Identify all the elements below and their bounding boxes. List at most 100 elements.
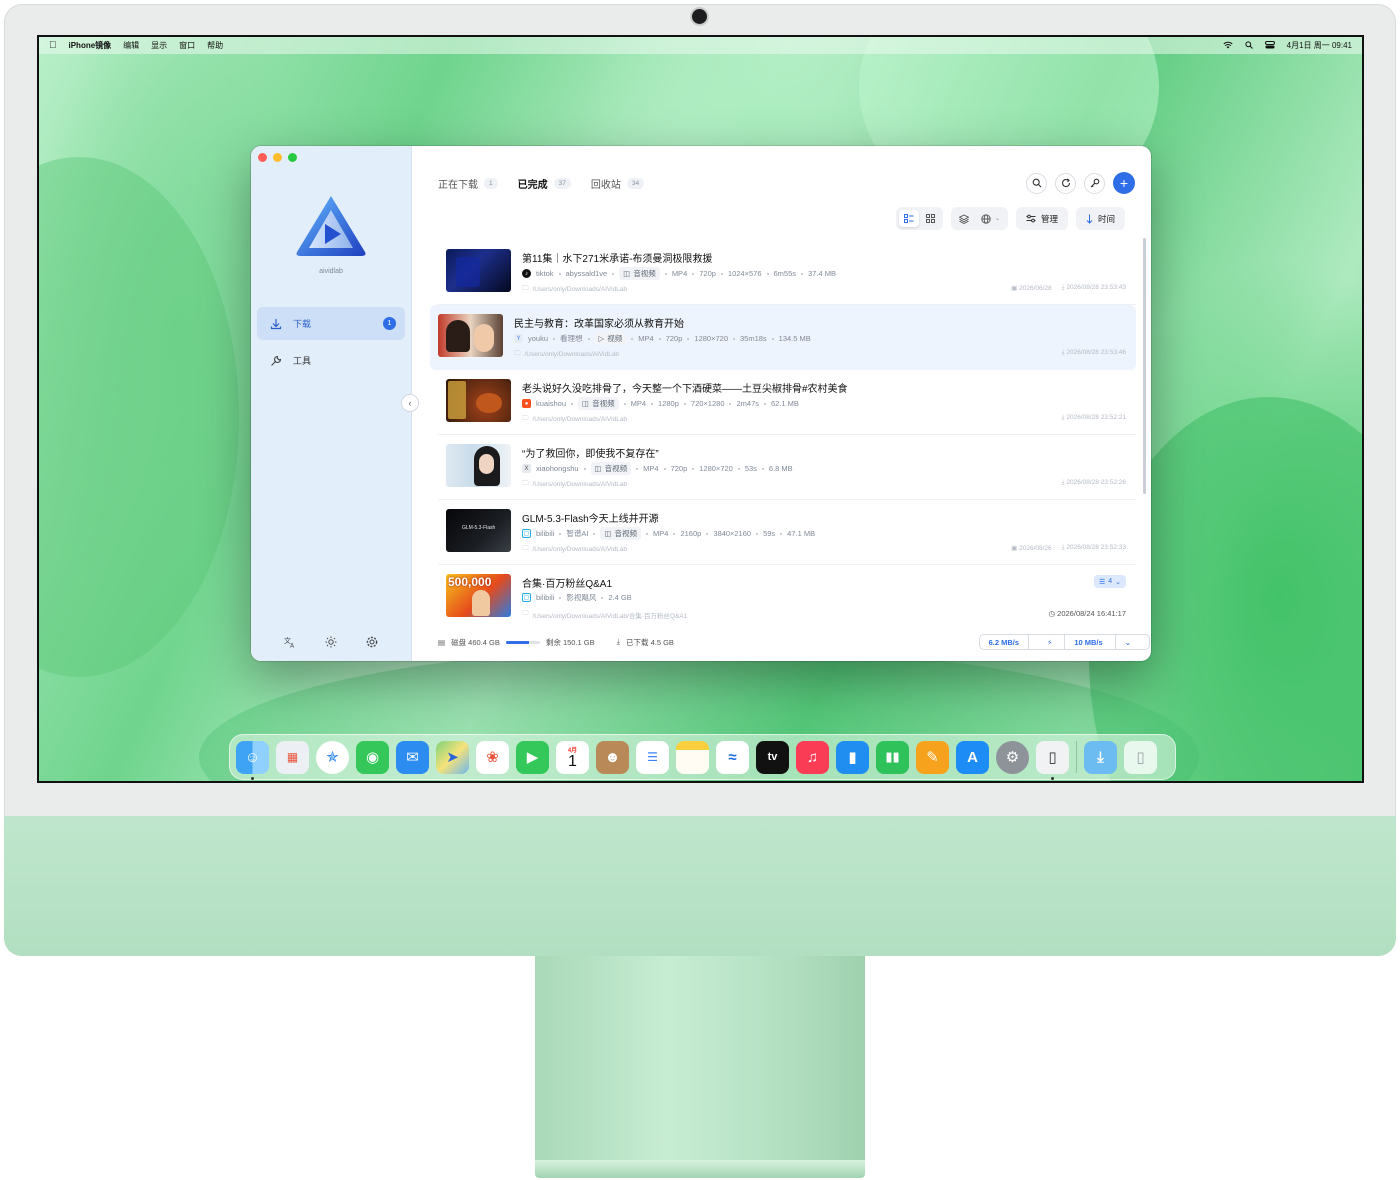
list-item[interactable]: 500,000 合集·百万粉丝Q&A1 ☰ 4 ⌄ ▢ bilibili 影视飓…: [438, 565, 1136, 630]
iphone-mirroring-icon[interactable]: ▯: [1036, 740, 1069, 780]
apple-tv-icon[interactable]: tv: [756, 740, 789, 774]
sidebar-item-download[interactable]: 下载 1: [257, 307, 405, 340]
speed-limit-value: 10 MB/s: [1064, 635, 1111, 649]
launchpad-icon[interactable]: ▦: [276, 740, 309, 774]
tab-trash[interactable]: 回收站 34: [591, 176, 645, 191]
numbers-icon[interactable]: ▮▮: [876, 740, 909, 774]
menu-clock[interactable]: 4月1日 周一 09:41: [1287, 40, 1352, 51]
menu-view[interactable]: 显示: [151, 40, 167, 51]
folder-icon: 🗀: [522, 545, 529, 552]
tab-completed[interactable]: 已完成 37: [518, 176, 571, 191]
list-item[interactable]: “为了救回你，即使我不复存在” X xiaohongshu ◫ 音视频 MP4 7…: [438, 435, 1136, 500]
list-view-button[interactable]: [898, 210, 919, 227]
folder-icon: 🗀: [522, 610, 529, 617]
manage-button[interactable]: 管理: [1015, 207, 1068, 230]
list-item[interactable]: GLM-5.3-Flash GLM-5.3-Flash今天上线并开源 ▢ bil…: [438, 500, 1136, 565]
freeform-icon[interactable]: ≈: [716, 740, 749, 774]
safari-icon[interactable]: ✯: [316, 740, 349, 774]
bilibili-icon: ▢: [522, 529, 531, 538]
format: MP4: [630, 399, 647, 408]
control-center-icon[interactable]: [1264, 40, 1275, 51]
menu-edit[interactable]: 编辑: [123, 40, 139, 51]
video-title: 合集·百万粉丝Q&A1: [522, 579, 613, 590]
spotlight-icon[interactable]: [1245, 40, 1253, 51]
running-indicator: [251, 776, 254, 780]
list-scrollbar[interactable]: [1143, 238, 1146, 494]
system-settings-icon[interactable]: ⚙: [996, 740, 1029, 774]
media-kind-chip: ◫ 音视频: [600, 527, 642, 540]
path-text: /Users/only/Downloads/AIVidLab: [532, 546, 628, 553]
downloaded-text: 2026/08/28 23:52:21: [1066, 414, 1126, 421]
trash-icon[interactable]: ▯: [1124, 740, 1157, 774]
wifi-icon[interactable]: [1223, 41, 1233, 51]
resolution: 1024×576: [727, 269, 762, 278]
app-store-icon[interactable]: A: [956, 740, 989, 774]
translate-icon[interactable]: 文A: [283, 635, 297, 649]
layers-filter-button[interactable]: [954, 210, 974, 227]
finder-icon[interactable]: ☺: [236, 740, 269, 780]
music-icon[interactable]: ♫: [796, 740, 829, 774]
published-date: ▣ 2026/06/28: [1011, 284, 1052, 292]
speed-limit-dropdown[interactable]: ⚡ 10 MB/s ⌄: [1028, 635, 1149, 649]
sidebar-item-label: 工具: [293, 356, 312, 366]
menu-help[interactable]: 帮助: [207, 40, 223, 51]
close-window-button[interactable]: [258, 153, 267, 162]
quality: 2160p: [680, 529, 702, 538]
sort-time-button[interactable]: 时间: [1075, 207, 1125, 230]
collapse-sidebar-button[interactable]: ‹: [401, 394, 419, 412]
media-kind-chip: ◫ 音视频: [578, 397, 619, 410]
published-text: 2026/06/28: [1019, 285, 1052, 292]
collection-count-badge[interactable]: ☰ 4 ⌄: [1093, 575, 1126, 588]
theme-sun-icon[interactable]: [324, 635, 338, 649]
zoom-window-button[interactable]: [288, 153, 297, 162]
grid-view-button[interactable]: [921, 210, 940, 227]
menu-app-name[interactable]: iPhone镜像: [69, 40, 112, 51]
film-icon: ◫: [604, 529, 612, 538]
sort-arrow-icon: [1086, 214, 1093, 224]
contacts-icon[interactable]: ☻: [596, 740, 629, 774]
speed-control[interactable]: 6.2 MB/s ⚡ 10 MB/s ⌄: [978, 634, 1150, 650]
published-date: ▣ 2026/08/26: [1011, 544, 1052, 552]
calendar-icon[interactable]: 4月 1: [556, 740, 589, 774]
mail-icon[interactable]: ✉: [396, 740, 429, 774]
keynote-icon[interactable]: ▮: [836, 740, 869, 774]
facetime-icon[interactable]: ▶: [516, 740, 549, 774]
list-item[interactable]: 第11集｜水下271米承诺-布须曼洞极限救援 ♪ tiktok abyssald…: [438, 240, 1136, 305]
platform-name: tiktok: [536, 269, 554, 278]
video-dates: ▣ 2026/08/26 ⤓ 2026/08/28 23:52:33: [1011, 544, 1126, 552]
messages-icon[interactable]: ◉: [356, 740, 389, 774]
duration: 35m18s: [739, 334, 767, 343]
menu-window[interactable]: 窗口: [179, 40, 195, 51]
file-path[interactable]: 🗀/Users/only/Downloads/AIVidLab/合集·百万粉丝Q…: [522, 609, 687, 620]
key-icon: [1090, 178, 1099, 188]
key-button[interactable]: [1084, 172, 1105, 194]
platform-filter-dropdown[interactable]: ⌄: [976, 210, 1005, 227]
reminders-icon[interactable]: ☰: [636, 740, 669, 774]
tab-downloading[interactable]: 正在下载 1: [438, 176, 498, 191]
file-path[interactable]: 🗀/Users/only/Downloads/AIVidLab: [522, 544, 627, 555]
notes-icon[interactable]: [676, 740, 709, 774]
media-kind: 音视频: [604, 464, 628, 473]
pages-icon[interactable]: ✎: [916, 740, 949, 774]
sidebar-item-tools[interactable]: 工具: [257, 344, 405, 377]
app-window: aividlab 下载 1 工具 文A ‹ 正在下载 1 已完成 37 回收站 …: [251, 146, 1151, 661]
file-path[interactable]: 🗀/Users/only/Downloads/AIVidLab: [514, 349, 619, 360]
photos-icon[interactable]: ❀: [476, 740, 509, 774]
downloads-folder-icon[interactable]: ⤓: [1084, 740, 1117, 774]
file-path[interactable]: 🗀/Users/only/Downloads/AIVidLab: [522, 414, 627, 425]
apple-menu-icon[interactable]: : [49, 40, 57, 51]
chevron-down-icon: ⌄: [1114, 635, 1140, 649]
add-download-button[interactable]: +: [1113, 172, 1135, 194]
maps-icon[interactable]: ➤: [436, 740, 469, 774]
main-panel: 正在下载 1 已完成 37 回收站 34 + ⌄ 管理 时间 第11集｜水下27…: [412, 146, 1151, 661]
list-item[interactable]: 民主与教育：改革国家必须从教育开始 Y youku 看理想 ▷ 视频 MP4 72…: [430, 305, 1136, 370]
search-button[interactable]: [1026, 172, 1047, 194]
list-item[interactable]: 老头说好久没吃排骨了，今天整一个下酒硬菜——土豆尖椒排骨#农村美食 ● kuai…: [438, 370, 1136, 435]
media-kind-chip: ◫ 音视频: [590, 462, 632, 475]
file-path[interactable]: 🗀/Users/only/Downloads/AIVidLab: [522, 479, 627, 490]
dock-separator: [1076, 741, 1077, 773]
settings-gear-icon[interactable]: [365, 635, 379, 649]
refresh-button[interactable]: [1055, 172, 1076, 194]
minimize-window-button[interactable]: [273, 153, 282, 162]
file-path[interactable]: 🗀/Users/only/Downloads/AIVidLab: [522, 284, 627, 295]
